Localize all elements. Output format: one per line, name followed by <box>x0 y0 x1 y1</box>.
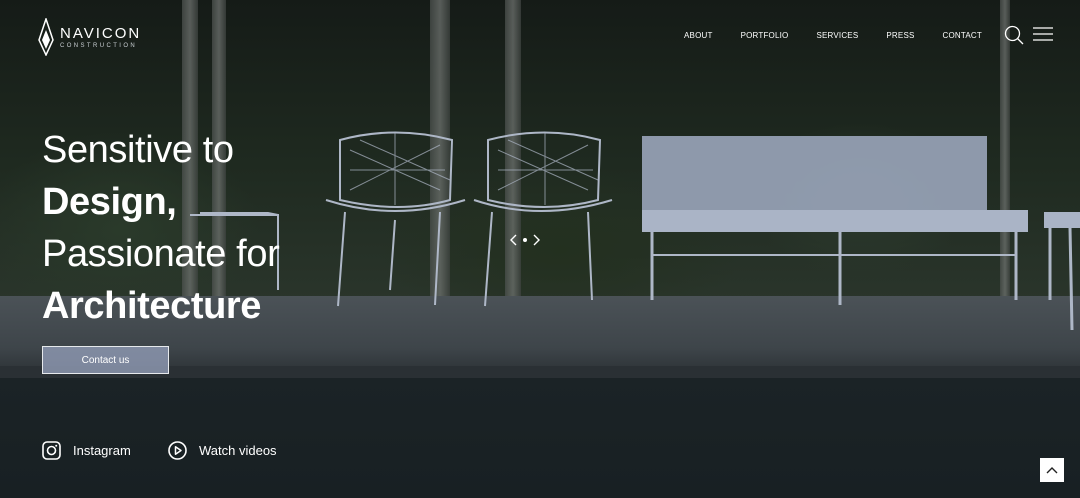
instagram-icon <box>42 441 61 460</box>
pool-water <box>0 378 1080 498</box>
nav-item-services[interactable]: SERVICES <box>816 31 858 40</box>
instagram-label: Instagram <box>73 443 131 458</box>
watch-videos-label: Watch videos <box>199 443 277 458</box>
play-icon <box>168 441 187 460</box>
hero-line-2: Design, <box>42 181 177 223</box>
hero-line-4: Architecture <box>42 285 262 327</box>
hero-line-1: Sensitive to <box>42 129 234 171</box>
brand-logo[interactable]: NAVICON CONSTRUCTION <box>38 18 141 56</box>
slider-controls <box>510 234 540 246</box>
brand-name: NAVICON <box>60 24 142 42</box>
hero-line-3: Passionate for <box>42 233 280 275</box>
nav-item-contact[interactable]: CONTACT <box>943 31 982 40</box>
logo-mark-icon <box>38 18 54 56</box>
hero-headline: Sensitive to Design, Passionate for Arch… <box>42 124 280 332</box>
brand-tagline: CONSTRUCTION <box>60 42 138 49</box>
contact-us-button[interactable]: Contact us <box>42 346 169 374</box>
scroll-to-top-button[interactable] <box>1040 458 1064 482</box>
nav-item-portfolio[interactable]: PORTFOLIO <box>741 31 789 40</box>
chevron-right-icon[interactable] <box>532 234 540 246</box>
chevron-up-icon <box>1046 467 1058 474</box>
nav-item-about[interactable]: ABOUT <box>684 31 713 40</box>
hamburger-menu-icon[interactable] <box>1033 27 1053 41</box>
instagram-link[interactable]: Instagram <box>42 441 131 460</box>
nav-item-press[interactable]: PRESS <box>886 31 914 40</box>
chevron-left-icon[interactable] <box>510 234 518 246</box>
dot-icon <box>523 238 527 242</box>
watch-videos-link[interactable]: Watch videos <box>168 441 277 460</box>
search-icon[interactable] <box>1004 25 1024 45</box>
main-nav: ABOUT PORTFOLIO SERVICES PRESS CONTACT <box>656 31 982 40</box>
